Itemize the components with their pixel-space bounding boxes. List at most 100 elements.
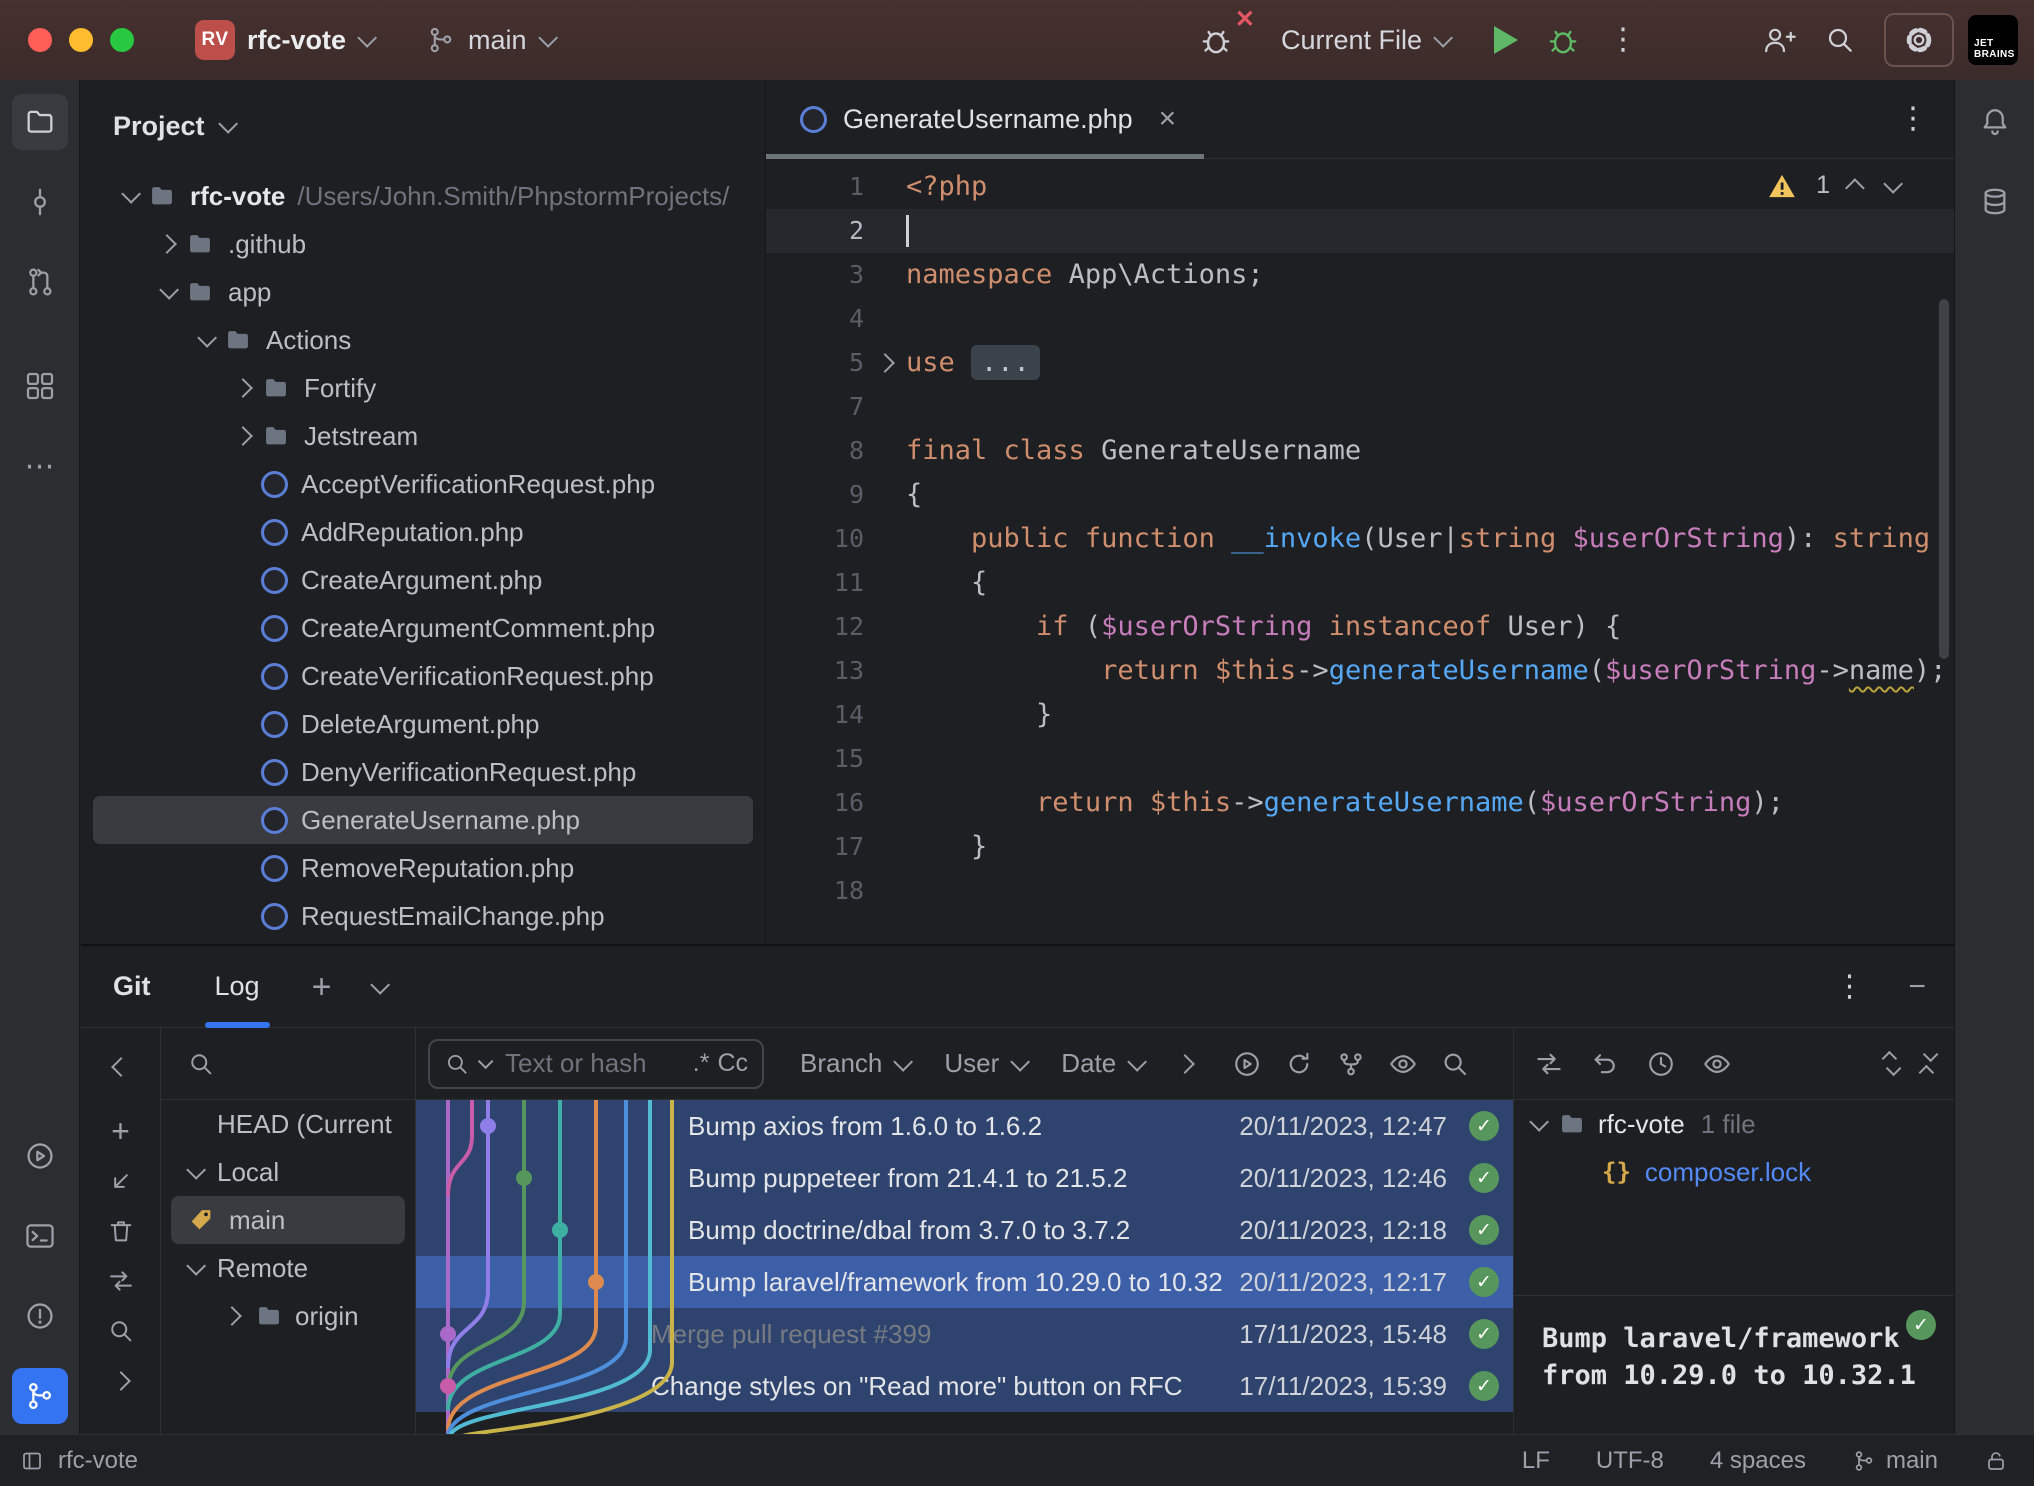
branch-selector[interactable]: main (412, 17, 567, 64)
project-tree-item[interactable]: RemoveReputation.php (93, 844, 753, 892)
git-toolwindow-button[interactable] (12, 1368, 68, 1424)
more-actions-button[interactable]: ⋮ (1594, 17, 1652, 63)
line-separator-widget[interactable]: LF (1522, 1447, 1550, 1475)
chevron-right-icon[interactable] (225, 429, 261, 443)
code-line[interactable]: 7 (766, 385, 1954, 429)
code-line[interactable]: 9 { (766, 473, 1954, 517)
project-toolwindow-button[interactable] (12, 94, 68, 150)
code-line[interactable]: 14 } (766, 693, 1954, 737)
branch-group-remote[interactable]: Remote (161, 1244, 415, 1292)
structure-toolwindow-button[interactable] (12, 358, 68, 414)
close-tab-button[interactable]: × (1159, 102, 1177, 136)
status-branch-widget[interactable]: main (1852, 1447, 1938, 1475)
collapse-all-button[interactable] (1923, 1051, 1934, 1076)
rollback-button[interactable] (1590, 1049, 1620, 1079)
commit-row[interactable]: Change styles on "Read more" button on R… (416, 1360, 1513, 1412)
project-tree-item[interactable]: RequestEmailChange.php (93, 892, 753, 940)
commit-row[interactable]: Bump doctrine/dbal from 3.7.0 to 3.7.2 2… (416, 1204, 1513, 1256)
previous-warning-button[interactable] (1845, 178, 1865, 198)
code-line[interactable]: 4 (766, 297, 1954, 341)
maximize-window-button[interactable] (110, 28, 134, 52)
mute-breakpoints-button[interactable]: ✕ (1185, 15, 1247, 65)
project-tree-item[interactable]: DeleteArgument.php (93, 700, 753, 748)
notifications-button[interactable] (1967, 94, 2023, 150)
chevron-down-icon[interactable] (371, 974, 391, 994)
problems-toolwindow-button[interactable] (12, 1288, 68, 1344)
editor-options-button[interactable]: ⋮ (1898, 104, 1928, 134)
status-project-widget[interactable]: rfc-vote (20, 1447, 138, 1475)
branch-node-head[interactable]: HEAD (Current (161, 1100, 415, 1148)
project-selector[interactable]: RV rfc-vote (181, 12, 386, 68)
project-tree-item[interactable]: .github (93, 220, 753, 268)
branch-filter[interactable]: Branch (800, 1048, 908, 1079)
project-tree-item[interactable]: Jetstream (93, 412, 753, 460)
code-line[interactable]: 2 (766, 209, 1954, 253)
user-filter[interactable]: User (944, 1048, 1025, 1079)
terminal-toolwindow-button[interactable] (12, 1208, 68, 1264)
project-tree-item[interactable]: Actions (93, 316, 753, 364)
branch-node-main[interactable]: main (171, 1196, 405, 1244)
code-line[interactable]: 16 return $this->generateUsername($userO… (766, 781, 1954, 825)
branch-graph-button[interactable] (1336, 1049, 1366, 1079)
lock-icon[interactable] (1984, 1449, 2008, 1473)
close-window-button[interactable] (28, 28, 52, 52)
commit-toolwindow-button[interactable] (12, 174, 68, 230)
chevron-down-icon[interactable] (187, 333, 223, 347)
inspections-widget[interactable]: 1 (1768, 171, 1898, 200)
project-tree-item[interactable]: CreateArgumentComment.php (93, 604, 753, 652)
branch-group-local[interactable]: Local (161, 1148, 415, 1196)
project-tree-item[interactable]: GenerateUsername.php (93, 796, 753, 844)
commit-row[interactable]: Merge pull request #399 17/11/2023, 15:4… (416, 1308, 1513, 1360)
commit-search-input[interactable]: Text or hash .* Cc (428, 1039, 764, 1089)
collapse-panel-button[interactable] (97, 1042, 145, 1092)
fold-marker-icon[interactable] (864, 341, 906, 385)
date-filter[interactable]: Date (1061, 1048, 1142, 1079)
code-line[interactable]: 15 (766, 737, 1954, 781)
project-tree-item[interactable]: CreateVerificationRequest.php (93, 652, 753, 700)
run-button[interactable] (1480, 18, 1532, 62)
run-toolwindow-button[interactable] (12, 1128, 68, 1184)
git-log-tab[interactable]: Log (215, 946, 260, 1027)
delete-branch-button[interactable] (97, 1206, 145, 1256)
more-toolwindows-button[interactable]: ⋯ (12, 438, 68, 494)
code-area[interactable]: 1 <?php 2 3 namespace App\Actions; 4 5 u… (766, 165, 1954, 913)
commit-row[interactable]: Bump puppeteer from 21.4.1 to 21.5.2 20/… (416, 1152, 1513, 1204)
project-tree-item[interactable]: app (93, 268, 753, 316)
refresh-button[interactable] (1284, 1049, 1314, 1079)
pull-requests-toolwindow-button[interactable] (12, 254, 68, 310)
code-line[interactable]: 13 return $this->generateUsername($userO… (766, 649, 1954, 693)
show-diff-button[interactable] (1534, 1049, 1564, 1079)
project-tree-item[interactable]: DenyVerificationRequest.php (93, 748, 753, 796)
project-tree-item[interactable]: AcceptVerificationRequest.php (93, 460, 753, 508)
project-tree-item[interactable]: CreateArgument.php (93, 556, 753, 604)
code-line[interactable]: 10 public function __invoke(User|string … (766, 517, 1954, 561)
compare-branches-button[interactable] (97, 1256, 145, 1306)
project-tree-item[interactable]: AddReputation.php (93, 508, 753, 556)
editor-body[interactable]: 1 <?php 2 3 namespace App\Actions; 4 5 u… (766, 159, 1954, 944)
project-tree-item[interactable]: rfc-vote /Users/John.Smith/PhpstormProje… (93, 172, 753, 220)
encoding-widget[interactable]: UTF-8 (1596, 1447, 1664, 1475)
history-button[interactable] (1646, 1049, 1676, 1079)
debug-button[interactable] (1532, 15, 1594, 65)
match-case-toggle[interactable]: Cc (717, 1049, 748, 1078)
branch-search[interactable] (161, 1028, 415, 1100)
code-line[interactable]: 3 namespace App\Actions; (766, 253, 1954, 297)
search-branches-button[interactable] (97, 1306, 145, 1356)
chevron-down-icon[interactable] (111, 189, 147, 203)
code-line[interactable]: 11 { (766, 561, 1954, 605)
go-to-hash-button[interactable] (1232, 1049, 1262, 1079)
preview-eye-button[interactable] (1388, 1049, 1418, 1079)
regex-toggle[interactable]: .* (693, 1049, 710, 1078)
show-more-button[interactable] (97, 1356, 145, 1406)
database-toolwindow-button[interactable] (1967, 174, 2023, 230)
editor-tab[interactable]: GenerateUsername.php × (766, 80, 1204, 158)
chevron-down-icon[interactable] (149, 285, 185, 299)
checkout-button[interactable] (97, 1156, 145, 1206)
find-in-log-button[interactable] (1440, 1049, 1470, 1079)
hide-panel-button[interactable]: − (1908, 970, 1926, 1004)
code-line[interactable]: 8 final class GenerateUsername (766, 429, 1954, 473)
expand-all-button[interactable] (1886, 1051, 1897, 1076)
commit-row[interactable]: Bump laravel/framework from 10.29.0 to 1… (416, 1256, 1513, 1308)
code-line[interactable]: 18 (766, 869, 1954, 913)
project-panel-header[interactable]: Project (81, 80, 765, 172)
